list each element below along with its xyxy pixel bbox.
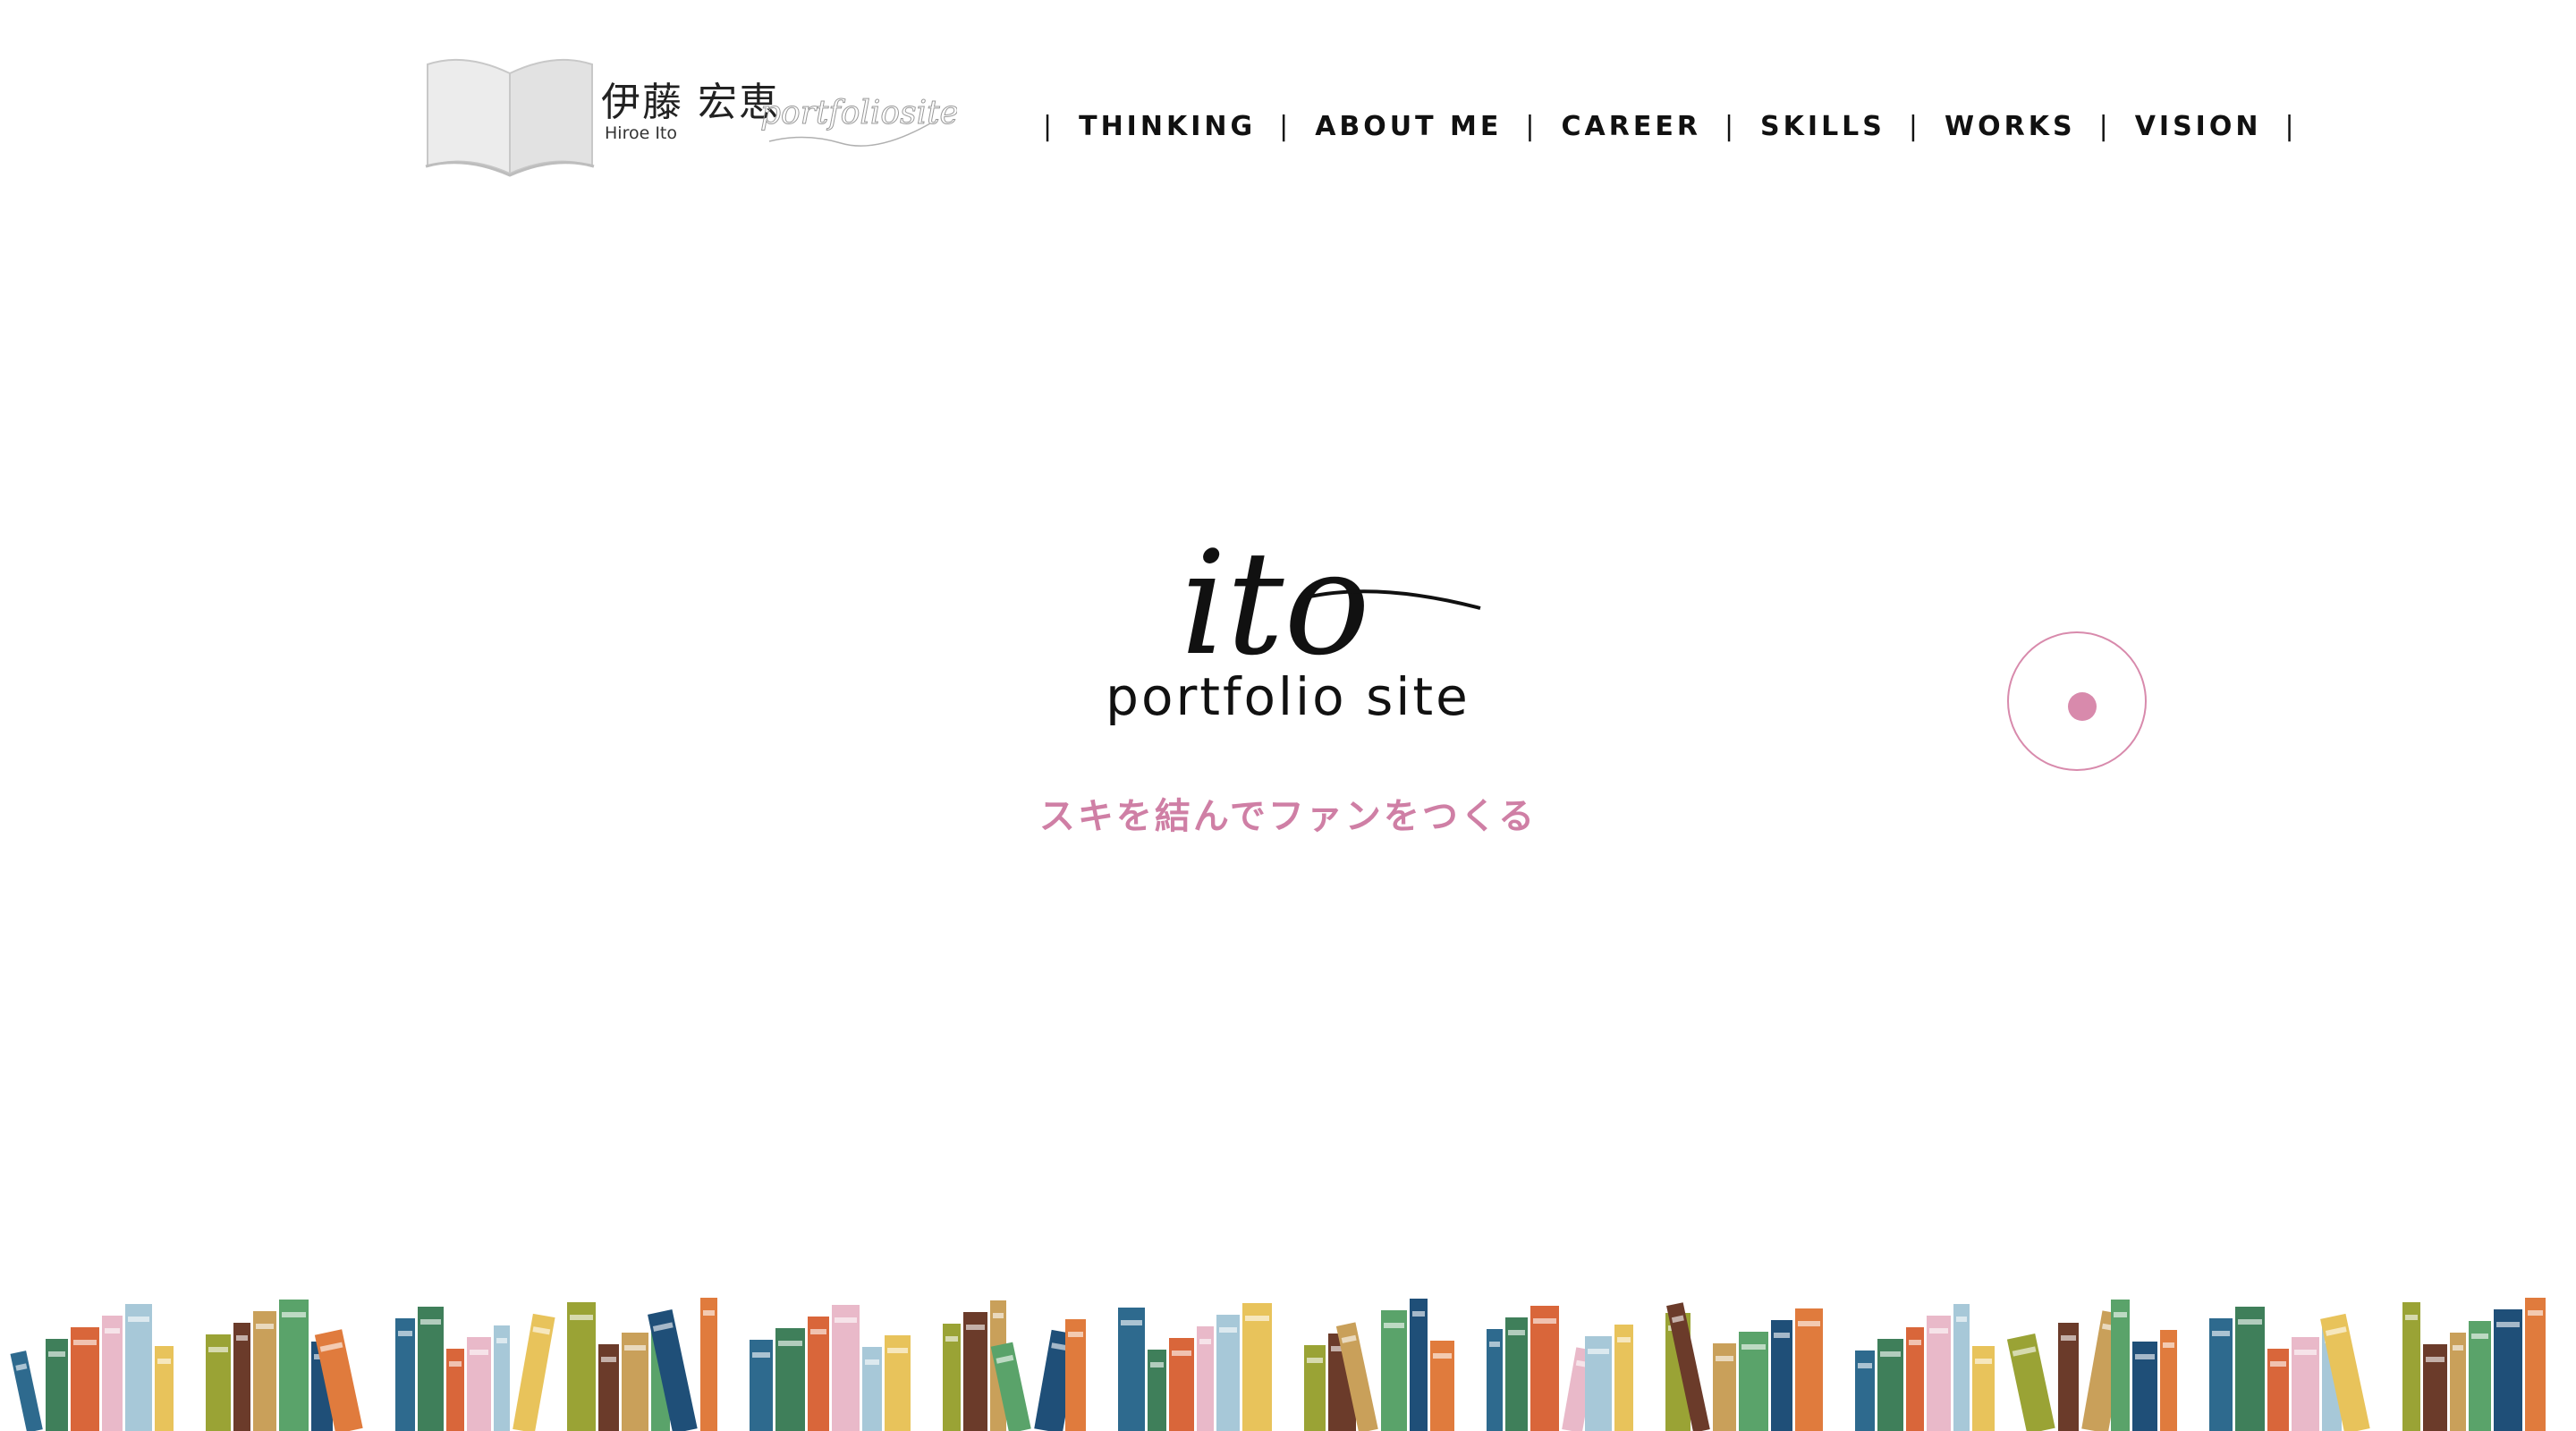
book-spine — [1906, 1327, 1924, 1431]
bookshelf-svg — [10, 1298, 2546, 1431]
book-spine — [1795, 1308, 1823, 1431]
book-spine — [832, 1305, 860, 1431]
book-spine — [2292, 1337, 2319, 1431]
book-spine — [2469, 1321, 2491, 1431]
book-spine — [1487, 1329, 1503, 1431]
logo-script-text: portfoliosite — [760, 95, 957, 147]
nav-separator: | — [1043, 111, 1056, 142]
nav-separator: | — [1724, 111, 1738, 142]
book-spine — [2450, 1333, 2466, 1431]
svg-text:portfoliosite: portfoliosite — [760, 95, 957, 131]
svg-text:ito: ito — [1181, 528, 1370, 680]
book-spine — [2235, 1307, 2265, 1431]
nav-item-skills[interactable]: SKILLS — [1760, 111, 1885, 142]
book-spine — [1118, 1308, 1145, 1431]
book-spine — [206, 1334, 231, 1431]
book-spine — [1304, 1345, 1326, 1431]
book-spine — [1530, 1306, 1559, 1431]
book-spine — [1927, 1316, 1951, 1431]
book-spine — [1505, 1317, 1528, 1431]
book-spine — [2058, 1323, 2079, 1431]
book-spine — [1877, 1339, 1903, 1431]
main-nav: | THINKING | ABOUT ME | CAREER | SKILLS … — [1020, 111, 2321, 142]
book-spine — [71, 1327, 99, 1431]
book-spine — [943, 1324, 961, 1431]
book-spine — [446, 1349, 464, 1431]
book-spine — [1169, 1338, 1194, 1431]
site-header: 伊藤 宏恵 Hiroe Ito portfoliosite | THINKING… — [0, 0, 2576, 197]
book-spine — [1585, 1336, 1612, 1431]
hero-script-title: ito — [1181, 528, 1481, 680]
book-spine — [513, 1313, 555, 1431]
book-spine — [395, 1318, 415, 1431]
hero-subtitle: portfolio site — [1106, 666, 1470, 727]
book-spine — [1739, 1332, 1768, 1431]
book-spine — [494, 1325, 510, 1431]
book-spine — [418, 1307, 444, 1431]
book-spine — [2525, 1298, 2546, 1431]
book-spine — [279, 1300, 309, 1431]
bookshelf-illustration — [0, 1288, 2576, 1431]
book-spine — [1430, 1341, 1454, 1431]
book-spine — [885, 1335, 911, 1431]
nav-item-vision[interactable]: VISION — [2135, 111, 2262, 142]
nav-item-thinking[interactable]: THINKING — [1079, 111, 1256, 142]
hero-tagline: スキを結んでファンをつくる — [1038, 796, 1538, 837]
book-spine — [1855, 1351, 1875, 1431]
book-spine — [700, 1298, 717, 1431]
book-spine — [1972, 1346, 1995, 1431]
book-spine — [2494, 1309, 2522, 1431]
nav-separator: | — [2098, 111, 2112, 142]
book-spine — [1771, 1320, 1792, 1431]
nav-item-about-me[interactable]: ABOUT ME — [1315, 111, 1502, 142]
scroll-dot — [2068, 692, 2097, 721]
book-spine — [125, 1304, 152, 1431]
book-spine — [467, 1337, 491, 1431]
book-spine — [2132, 1342, 2157, 1431]
book-spine — [622, 1333, 648, 1431]
nav-separator: | — [2284, 111, 2298, 142]
book-spine — [1410, 1299, 1428, 1431]
hero-section: ito portfolio site スキを結んでファンをつくる — [0, 501, 2576, 859]
book-spine — [1713, 1343, 1736, 1431]
book-spine — [750, 1340, 773, 1431]
book-spine — [1381, 1310, 1407, 1431]
book-spine — [2209, 1318, 2233, 1431]
book-spine — [233, 1323, 250, 1431]
book-spine — [1216, 1315, 1240, 1431]
book-spine — [1614, 1325, 1633, 1431]
nav-separator: | — [1279, 111, 1292, 142]
book-spine — [1148, 1350, 1166, 1431]
book-spine — [1197, 1326, 1214, 1431]
book-spine — [862, 1347, 882, 1431]
scroll-circle-icon[interactable] — [2007, 631, 2147, 771]
nav-item-career[interactable]: CAREER — [1562, 111, 1701, 142]
book-spine — [1242, 1303, 1272, 1431]
book-spine — [2267, 1349, 2289, 1431]
book-spine — [102, 1316, 123, 1431]
book-spine — [2006, 1334, 2055, 1431]
nav-separator: | — [1525, 111, 1538, 142]
book-spine — [808, 1317, 829, 1431]
book-spine — [2402, 1302, 2420, 1431]
book-spine — [46, 1339, 68, 1431]
book-spine — [1953, 1304, 1970, 1431]
book-spine — [1065, 1319, 1086, 1431]
book-spine — [2160, 1330, 2177, 1431]
book-spine — [775, 1328, 805, 1431]
site-logo[interactable]: 伊藤 宏恵 Hiroe Ito portfoliosite — [420, 52, 957, 177]
nav-item-works[interactable]: WORKS — [1945, 111, 2076, 142]
nav-separator: | — [1908, 111, 1922, 142]
book-spine — [567, 1302, 596, 1431]
book-spine — [963, 1312, 987, 1431]
book-spine — [2423, 1344, 2447, 1431]
open-book-icon — [425, 58, 595, 177]
book-spine — [253, 1311, 276, 1431]
logo-name-english: Hiroe Ito — [605, 123, 677, 143]
book-spine — [598, 1344, 619, 1431]
book-spine — [2111, 1300, 2130, 1431]
book-spine — [155, 1346, 174, 1431]
book-spine — [10, 1351, 43, 1431]
